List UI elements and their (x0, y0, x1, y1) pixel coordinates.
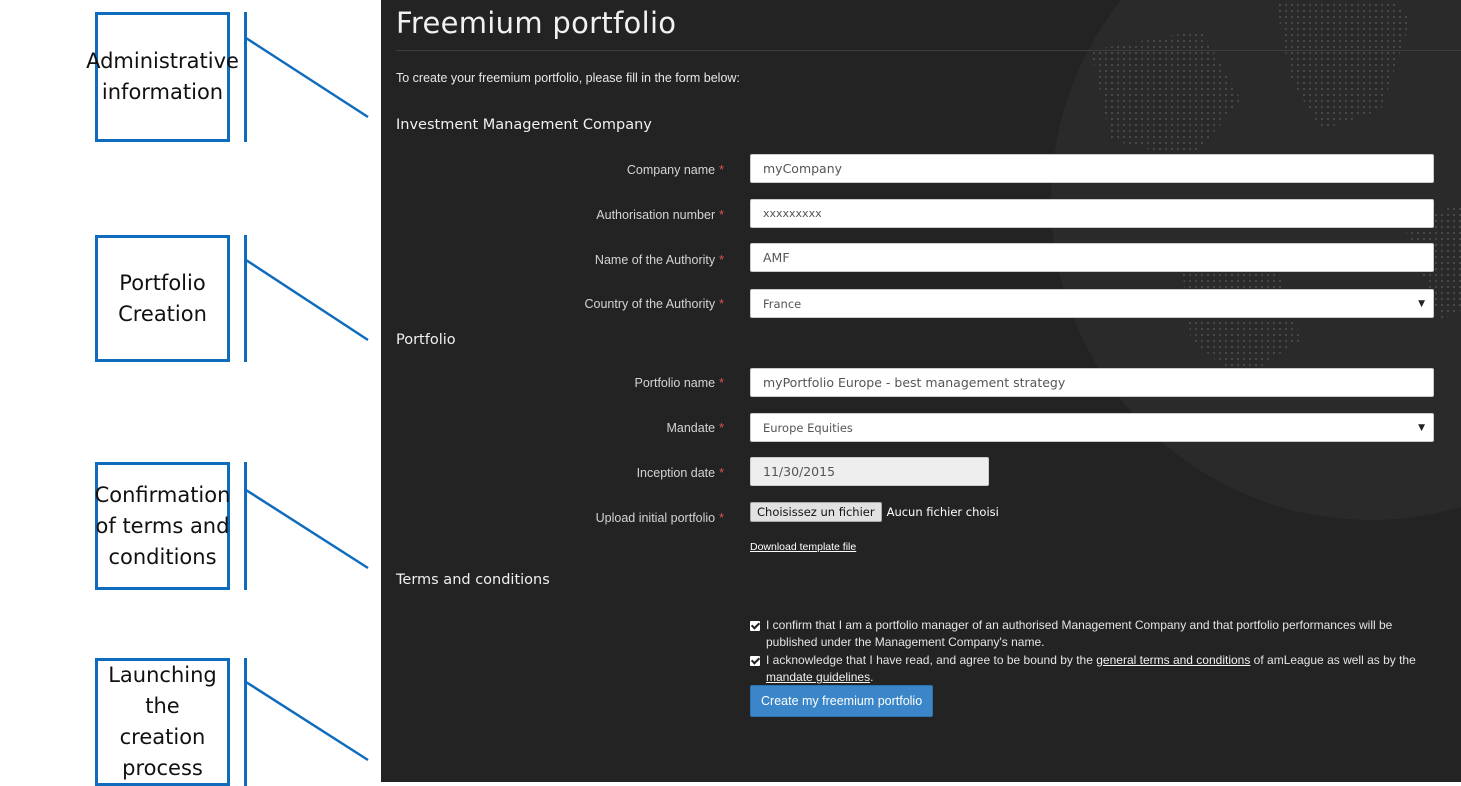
section-heading-company: Investment Management Company (396, 117, 652, 133)
create-portfolio-button[interactable]: Create my freemium portfolio (750, 685, 934, 717)
callout-text: Portfolio Creation (118, 270, 207, 326)
leader-line (245, 488, 369, 570)
portfolio-name-input[interactable]: myPortfolio Europe - best management str… (750, 368, 1434, 397)
file-status-text: Aucun fichier choisi (886, 505, 999, 519)
dropdown-caret-icon: ▼ (1418, 299, 1425, 309)
callout-bracket (244, 658, 247, 786)
authority-country-select[interactable]: France ▼ (750, 289, 1434, 318)
callout-bracket (244, 235, 247, 362)
title-divider (396, 50, 1461, 51)
required-marker: * (719, 376, 724, 390)
leader-line (245, 258, 369, 342)
required-marker: * (719, 253, 724, 267)
callout-bracket (244, 462, 247, 590)
callout-text: Launching the creation process (108, 663, 217, 780)
authority-name-label: Name of the Authority * (594, 253, 724, 267)
callout-launch-process: Launching the creation process (95, 658, 230, 786)
general-terms-link[interactable]: general terms and conditions (1096, 653, 1250, 667)
portfolio-name-label: Portfolio name * (634, 376, 724, 390)
authorisation-number-input[interactable]: xxxxxxxxx (750, 199, 1434, 228)
inception-date-label: Inception date * (636, 466, 724, 480)
required-marker: * (719, 208, 724, 222)
company-name-input[interactable]: myCompany (750, 154, 1434, 183)
callout-terms-confirmation: Confirmation of terms and conditions (95, 462, 230, 590)
callout-text: Administrative information (86, 49, 239, 104)
leader-line (245, 680, 369, 762)
upload-portfolio-label: Upload initial portfolio * (595, 511, 724, 525)
confirm-manager-checkbox[interactable] (750, 621, 760, 631)
acknowledge-terms-text: I acknowledge that I have read, and agre… (766, 653, 1416, 684)
required-marker: * (719, 466, 724, 480)
inception-date-input[interactable]: 11/30/2015 (750, 457, 989, 486)
callout-text: Confirmation of terms and conditions (94, 482, 231, 569)
mandate-select[interactable]: Europe Equities ▼ (750, 413, 1434, 442)
mandate-label: Mandate * (666, 421, 724, 435)
callout-administrative-information: Administrative information (86, 12, 239, 142)
terms-acknowledge-row: I acknowledge that I have read, and agre… (750, 652, 1446, 686)
dropdown-caret-icon: ▼ (1418, 423, 1425, 433)
authorisation-number-label: Authorisation number * (596, 208, 724, 222)
required-marker: * (719, 163, 724, 177)
authority-name-input[interactable]: AMF (750, 243, 1434, 272)
callout-bracket (244, 12, 247, 142)
callout-portfolio-creation: Portfolio Creation (95, 235, 230, 362)
authority-country-label: Country of the Authority * (584, 297, 724, 311)
terms-confirm-row: I confirm that I am a portfolio manager … (750, 617, 1446, 651)
form-intro-text: To create your freemium portfolio, pleas… (396, 71, 740, 85)
download-template-link[interactable]: Download template file (750, 541, 856, 553)
company-name-label: Company name * (626, 163, 724, 177)
page-title: Freemium portfolio (396, 6, 677, 40)
acknowledge-terms-checkbox[interactable] (750, 656, 760, 666)
section-heading-portfolio: Portfolio (396, 332, 456, 348)
mandate-guidelines-link[interactable]: mandate guidelines (766, 670, 870, 684)
required-marker: * (719, 511, 724, 525)
section-heading-terms: Terms and conditions (396, 572, 550, 588)
freemium-form-panel: Freemium portfolio To create your freemi… (381, 0, 1461, 782)
upload-portfolio-field: Choisissez un fichier Aucun fichier choi… (750, 502, 999, 522)
confirm-manager-text: I confirm that I am a portfolio manager … (766, 618, 1393, 649)
required-marker: * (719, 421, 724, 435)
required-marker: * (719, 297, 724, 311)
choose-file-button[interactable]: Choisissez un fichier (750, 502, 882, 522)
leader-line (245, 36, 369, 119)
